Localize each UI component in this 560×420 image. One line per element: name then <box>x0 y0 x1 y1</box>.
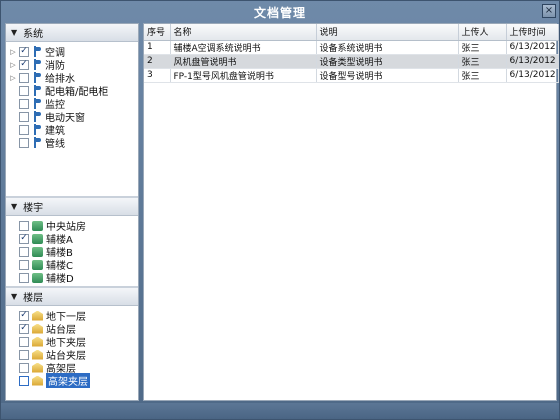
checkbox[interactable] <box>19 124 29 135</box>
building-tree: 中央站房 ✓ 辅楼A 辅楼B 辅楼C 辅楼D <box>6 216 138 285</box>
system-icon <box>32 72 42 83</box>
system-panel-header[interactable]: ▼ 系统 <box>6 24 138 42</box>
floor-icon <box>32 336 43 347</box>
checkbox[interactable]: ✓ <box>19 59 29 70</box>
building-panel-header[interactable]: ▼ 楼宇 <box>6 198 138 216</box>
checkbox[interactable]: ✓ <box>19 310 29 321</box>
checkbox[interactable] <box>19 137 29 148</box>
title-bar[interactable]: 文档管理 × <box>1 1 559 23</box>
checkbox[interactable] <box>19 259 29 270</box>
table-cell: 6/13/2012 <box>506 40 559 55</box>
column-header[interactable]: 上传时间 <box>506 24 559 41</box>
close-button[interactable]: × <box>542 4 556 18</box>
table-row[interactable]: 1 辅楼A空调系统说明书 设备系统说明书 张三 6/13/2012 <box>144 40 559 55</box>
table-cell: 6/13/2012 <box>506 54 559 69</box>
building-panel: ▼ 楼宇 中央站房 ✓ 辅楼A 辅楼B 辅楼C 辅楼D <box>6 198 138 288</box>
floor-icon <box>32 362 43 373</box>
system-icon <box>32 59 42 70</box>
building-icon <box>32 272 43 283</box>
checkbox[interactable] <box>19 85 29 96</box>
checkbox[interactable] <box>19 246 29 257</box>
building-icon <box>32 246 43 257</box>
system-icon <box>32 124 42 135</box>
system-panel: ▼ 系统 ▷ ✓ 空调 ▷ ✓ 消防 ▷ 给排水 配电箱/配电柜 监控 电动天窗 建筑 管线 <box>6 24 138 198</box>
table-cell: 辅楼A空调系统说明书 <box>170 40 317 55</box>
column-header[interactable]: 名称 <box>170 24 317 41</box>
status-bar <box>1 403 559 419</box>
document-list-panel: 序号 名称 说明 上传人 上传时间 1 辅楼A空调系统说明书 设备系统说明书 张三 6/13/2… <box>143 23 559 401</box>
checkbox[interactable] <box>19 375 29 386</box>
table-row[interactable]: 2 风机盘管说明书 设备类型说明书 张三 6/13/2012 <box>144 54 559 69</box>
table-cell: 风机盘管说明书 <box>170 54 317 69</box>
checkbox[interactable] <box>19 72 29 83</box>
system-item-label: 管线 <box>45 139 65 150</box>
table-cell: 2 <box>144 54 171 69</box>
system-tree-item[interactable]: 电动天窗 <box>6 110 138 124</box>
table-cell: 3 <box>144 68 171 83</box>
building-icon <box>32 259 43 270</box>
column-header[interactable]: 上传人 <box>458 24 507 41</box>
building-icon <box>32 233 43 244</box>
building-tree-item[interactable]: 辅楼D <box>6 271 138 285</box>
system-tree: ▷ ✓ 空调 ▷ ✓ 消防 ▷ 给排水 配电箱/配电柜 监控 电动天窗 建筑 管线 <box>6 42 138 150</box>
checkbox[interactable] <box>19 349 29 360</box>
table-cell: 设备型号说明书 <box>316 68 459 83</box>
expand-arrow-icon[interactable]: ▷ <box>9 48 17 56</box>
checkbox[interactable]: ✓ <box>19 233 29 244</box>
table-body: 1 辅楼A空调系统说明书 设备系统说明书 张三 6/13/2012 2 风机盘管说明书 设备类… <box>144 40 559 83</box>
floor-panel-header[interactable]: ▼ 楼层 <box>6 288 138 306</box>
floor-tree-item[interactable]: 高架夹层 <box>6 373 138 388</box>
table-cell: 张三 <box>458 40 507 55</box>
filter-sidebar: ▼ 系统 ▷ ✓ 空调 ▷ ✓ 消防 ▷ 给排水 配电箱/配电柜 监控 电动天窗 建筑 管线 ▼ 楼宇 … <box>5 23 139 401</box>
document-manager-window: 文档管理 × ▼ 系统 ▷ ✓ 空调 ▷ ✓ 消防 ▷ 给排水 配电箱/配电柜 监控 电动天窗 建筑管… <box>0 0 560 420</box>
table-cell: FP-1型号风机盘管说明书 <box>170 68 317 83</box>
system-icon <box>32 111 42 122</box>
checkbox[interactable] <box>19 111 29 122</box>
system-tree-item[interactable]: ▷ ✓ 空调 <box>6 45 138 59</box>
document-table: 序号 名称 说明 上传人 上传时间 1 辅楼A空调系统说明书 设备系统说明书 张三 6/13/2… <box>144 24 559 83</box>
floor-panel: ▼ 楼层 ✓ 地下一层 ✓ 站台层 地下夹层 站台夹层 高架层 高架夹层 <box>6 288 138 400</box>
system-panel-title: 系统 <box>23 29 44 40</box>
table-header-row: 序号 名称 说明 上传人 上传时间 <box>144 24 559 41</box>
column-header[interactable]: 说明 <box>316 24 459 41</box>
collapse-arrow-icon[interactable]: ▼ <box>11 28 17 37</box>
floor-icon <box>32 349 43 360</box>
system-icon <box>32 46 42 57</box>
collapse-arrow-icon[interactable]: ▼ <box>11 292 17 301</box>
system-tree-item[interactable]: 管线 <box>6 136 138 150</box>
floor-icon <box>32 323 43 334</box>
building-panel-title: 楼宇 <box>23 203 44 214</box>
checkbox[interactable]: ✓ <box>19 46 29 57</box>
collapse-arrow-icon[interactable]: ▼ <box>11 202 17 211</box>
expand-arrow-icon[interactable]: ▷ <box>9 61 17 69</box>
table-cell: 1 <box>144 40 171 55</box>
expand-arrow-icon[interactable]: ▷ <box>9 74 17 82</box>
checkbox[interactable] <box>19 220 29 231</box>
floor-item-label: 高架夹层 <box>46 373 90 388</box>
system-icon <box>32 137 42 148</box>
table-row[interactable]: 3 FP-1型号风机盘管说明书 设备型号说明书 张三 6/13/2012 <box>144 68 559 83</box>
table-cell: 6/13/2012 <box>506 68 559 83</box>
checkbox[interactable] <box>19 362 29 373</box>
table-cell: 张三 <box>458 68 507 83</box>
system-icon <box>32 85 42 96</box>
checkbox[interactable] <box>19 336 29 347</box>
floor-icon <box>32 310 43 321</box>
floor-icon <box>32 375 43 386</box>
system-tree-item[interactable]: 配电箱/配电柜 <box>6 84 138 98</box>
checkbox[interactable]: ✓ <box>19 323 29 334</box>
column-header[interactable]: 序号 <box>144 24 171 41</box>
window-title: 文档管理 <box>253 5 306 20</box>
checkbox[interactable] <box>19 98 29 109</box>
building-icon <box>32 220 43 231</box>
system-icon <box>32 98 42 109</box>
table-cell: 设备类型说明书 <box>316 54 459 69</box>
table-cell: 设备系统说明书 <box>316 40 459 55</box>
floor-panel-title: 楼层 <box>23 293 44 304</box>
system-tree-item[interactable]: 建筑 <box>6 123 138 137</box>
building-item-label: 辅楼D <box>46 274 74 285</box>
floor-tree: ✓ 地下一层 ✓ 站台层 地下夹层 站台夹层 高架层 高架夹层 <box>6 306 138 388</box>
checkbox[interactable] <box>19 272 29 283</box>
table-cell: 张三 <box>458 54 507 69</box>
